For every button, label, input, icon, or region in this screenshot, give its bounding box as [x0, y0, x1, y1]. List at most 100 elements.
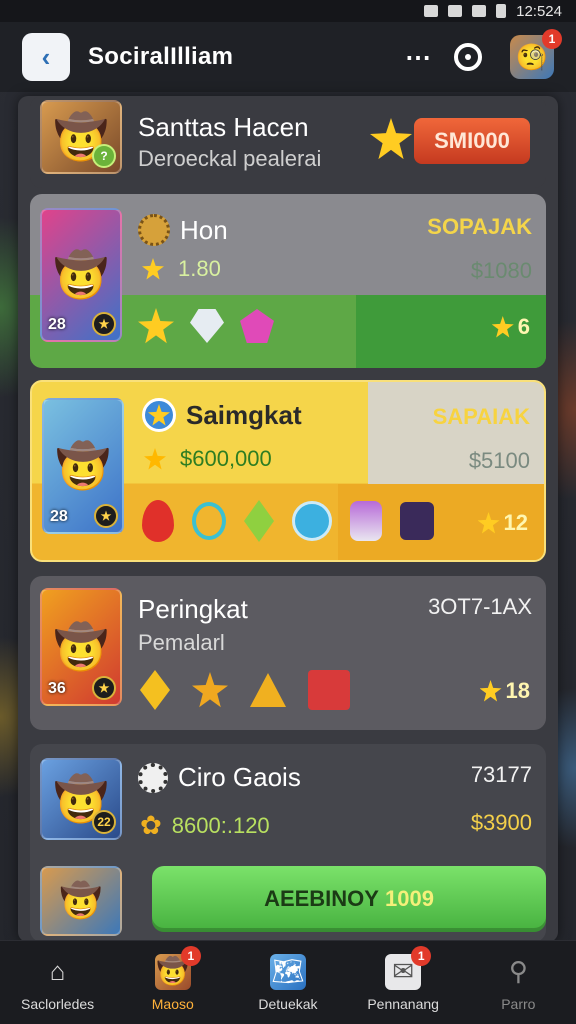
player-value: $1080: [470, 258, 532, 283]
red-chest-icon: [308, 670, 350, 710]
player-avatar-small: 🤠: [40, 866, 122, 936]
flower-icon: ✿: [140, 810, 162, 840]
claim-reward-button[interactable]: AEEBINOY 1009: [152, 866, 546, 932]
nav-badge: 1: [411, 945, 432, 966]
player-value: $3900: [470, 810, 532, 835]
star-icon: [142, 258, 164, 280]
cowboy-icon: 🤠: [53, 623, 109, 672]
header-price-button[interactable]: SMI000: [414, 118, 530, 164]
player-name: Ciro Gaois: [138, 762, 301, 793]
rank-label: SAPAIAK: [432, 404, 530, 429]
nav-badge: 1: [180, 945, 201, 966]
status-time: 12:524: [516, 2, 562, 20]
avatar-face-icon: 🧐: [515, 41, 549, 72]
player-avatar: 🤠 36 ★: [40, 588, 122, 706]
player-subtitle: Pemalarl: [138, 630, 225, 655]
star-icon: [144, 448, 166, 470]
nav-item-map[interactable]: 🗺 Detuekak: [230, 953, 345, 1012]
medal-icon: ★: [92, 676, 116, 700]
player-avatar: 🤠 22: [40, 758, 122, 840]
bottom-navigation: ⌂ Saclorledes 🤠 1 Maoso 🗺 Detuekak ✉ 1 P…: [0, 940, 576, 1024]
envelope-icon: ✉ 1: [385, 945, 432, 990]
search-icon[interactable]: [454, 43, 482, 71]
red-balloon-icon: [142, 500, 174, 542]
wifi-icon: [448, 5, 463, 17]
medal-icon: ★: [92, 312, 116, 336]
status-bar: 12:524: [0, 0, 576, 22]
leaderboard-row-header[interactable]: 🤠 ? Santtas Hacen Deroeckal pealerai SMI…: [30, 96, 546, 188]
leaderboard-panel: 🤠 ? Santtas Hacen Deroeckal pealerai SMI…: [18, 96, 558, 942]
rank-label: 73177: [470, 762, 532, 787]
star-badge-icon: [142, 398, 176, 432]
reward-items: [142, 500, 434, 542]
cowboy-icon: 🤠: [59, 882, 103, 920]
leaderboard-row-active[interactable]: 🤠 28 ★ Saimgkat $600,000 SAPAIAK $5100 1…: [30, 380, 546, 562]
leaderboard-row[interactable]: 🤠 36 ★ Peringkat Pemalarl 3OT7-1AX 18: [30, 576, 546, 730]
player-avatar: 🤠 28 ★: [40, 208, 122, 342]
potion-icon: [192, 502, 226, 540]
battery-icon: [496, 4, 507, 18]
medal-icon: ★: [94, 504, 118, 528]
player-subtitle: Deroeckal pealerai: [138, 146, 322, 171]
medal-icon: ?: [92, 144, 116, 168]
nav-item-profile[interactable]: 🤠 1 Maoso: [115, 945, 230, 1012]
app-title: SociralIlliam: [88, 43, 234, 70]
home-icon: ⌂: [49, 956, 66, 986]
star-icon: [479, 680, 502, 702]
location-icon: [424, 5, 439, 17]
medal-icon: 22: [92, 810, 116, 834]
nav-item-search[interactable]: ⚲ Parro: [461, 954, 576, 1012]
more-options-icon[interactable]: ⋯: [405, 42, 432, 73]
star-item-icon: [138, 308, 174, 344]
player-name: Peringkat: [138, 594, 248, 624]
player-avatar: 🤠 28 ★: [42, 398, 124, 534]
gold-triangle-icon: [250, 673, 286, 707]
gold-gem-icon: [140, 670, 170, 710]
cowboy-nav-icon: 🤠 1: [154, 945, 201, 990]
star-icon: [370, 118, 412, 160]
dice-icon: [138, 762, 168, 793]
player-name: Saimgkat: [142, 398, 302, 432]
reward-items: [138, 308, 274, 344]
top-bar: ‹ SociralIlliam ⋯ 🧐 1: [0, 22, 576, 92]
star-icon: [491, 316, 514, 338]
cowboy-icon: 🤠: [55, 442, 111, 491]
cookie-icon: [138, 214, 170, 246]
purple-box-icon: [400, 502, 434, 540]
reward-items: [140, 670, 350, 710]
gold-star-item-icon: [192, 672, 228, 708]
search-nav-icon: ⚲: [508, 956, 528, 986]
nav-item-messages[interactable]: ✉ 1 Pennanang: [346, 945, 461, 1012]
blue-orb-icon: [292, 501, 332, 541]
crystal-item-icon: [190, 309, 224, 343]
rank-badge: 36: [48, 680, 66, 697]
leaderboard-row[interactable]: 🤠 22 Ciro Gaois ✿ 8600:.120 73177 $3900 …: [30, 744, 546, 942]
signal-icon: [472, 5, 487, 17]
row-stars: 6: [491, 314, 530, 340]
pink-gem-icon: [240, 309, 274, 343]
notification-badge: 1: [542, 29, 562, 49]
profile-avatar[interactable]: 🧐 1: [510, 29, 562, 79]
nav-item-home[interactable]: ⌂ Saclorledes: [0, 954, 115, 1012]
back-button[interactable]: ‹: [22, 33, 70, 81]
player-score: $600,000: [144, 446, 272, 472]
player-name: Santtas Hacen: [138, 112, 309, 142]
rank-badge: 28: [50, 508, 68, 525]
row-stars: 18: [479, 678, 530, 704]
player-score: 1.80: [142, 256, 221, 282]
rank-badge: 28: [48, 316, 66, 333]
back-arrow-icon: ‹: [41, 41, 51, 72]
player-name: Hon: [138, 214, 228, 246]
player-avatar: 🤠 ?: [40, 100, 122, 174]
player-score: ✿ 8600:.120: [140, 810, 270, 840]
star-icon: [477, 512, 500, 534]
leaderboard-row[interactable]: 🤠 28 ★ Hon 1.80 SOPAJAK $1080 6: [30, 194, 546, 368]
green-gem-icon: [244, 500, 274, 542]
map-icon: 🗺: [269, 953, 306, 990]
cake-icon: [350, 501, 382, 541]
row-stars: 12: [477, 510, 528, 536]
player-value: $5100: [468, 448, 530, 473]
rank-label: SOPAJAK: [427, 214, 532, 239]
cowboy-icon: 🤠: [53, 251, 109, 300]
rank-label: 3OT7-1AX: [428, 594, 532, 619]
